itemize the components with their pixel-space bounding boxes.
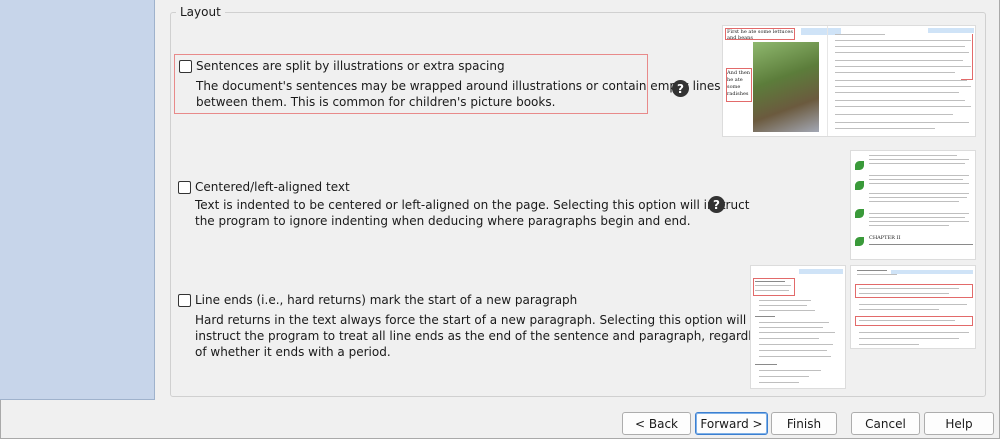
leaf-icon <box>855 209 864 218</box>
centered-text-preview: CHAPTER II <box>850 150 976 260</box>
wizard-side-panel <box>0 0 155 400</box>
forward-button[interactable]: Forward > <box>695 412 768 435</box>
option-line-ends: Line ends (i.e., hard returns) mark the … <box>178 293 772 363</box>
preview-chapter-heading: CHAPTER II <box>869 235 901 241</box>
help-icon[interactable]: ? <box>672 80 689 97</box>
picture-book-preview: First he ate some lettuces and beans And… <box>722 25 976 137</box>
line-ends-checkbox[interactable] <box>178 293 191 307</box>
line-ends-label[interactable]: Line ends (i.e., hard returns) mark the … <box>195 293 577 307</box>
option-sentences-split: Sentences are split by illustrations or … <box>174 54 721 114</box>
help-icon[interactable]: ? <box>708 196 725 213</box>
rabbit-illustration <box>753 42 819 132</box>
centered-text-label[interactable]: Centered/left-aligned text <box>195 180 350 194</box>
help-button[interactable]: Help <box>924 412 994 435</box>
finish-button[interactable]: Finish <box>771 412 837 435</box>
leaf-icon <box>855 161 864 170</box>
layout-group-title: Layout <box>176 5 225 19</box>
sentences-split-checkbox[interactable] <box>179 59 192 73</box>
sentences-split-label[interactable]: Sentences are split by illustrations or … <box>196 59 505 73</box>
line-ends-description: Hard returns in the text always force th… <box>195 313 772 359</box>
line-ends-preview-form <box>850 265 976 349</box>
preview-poem-line: First he ate some lettuces and beans <box>727 29 793 41</box>
sentences-split-description: The document's sentences may be wrapped … <box>196 79 721 109</box>
centered-text-checkbox[interactable] <box>178 180 191 194</box>
leaf-icon <box>855 237 864 246</box>
back-button[interactable]: < Back <box>622 412 691 435</box>
leaf-icon <box>855 181 864 190</box>
cancel-button[interactable]: Cancel <box>851 412 920 435</box>
option-centered-text: Centered/left-aligned text Text is inden… <box>178 180 750 228</box>
preview-poem-line: And then he ate some radishes <box>727 70 751 97</box>
centered-text-description: Text is indented to be centered or left-… <box>195 198 750 228</box>
line-ends-preview-list <box>750 265 846 389</box>
